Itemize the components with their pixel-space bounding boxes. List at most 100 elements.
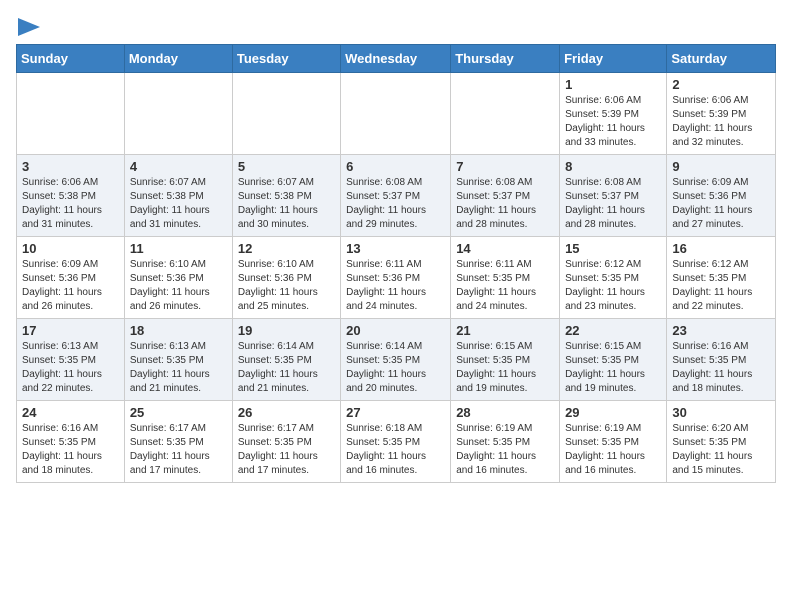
day-info: Sunrise: 6:08 AM Sunset: 5:37 PM Dayligh… <box>565 176 661 232</box>
calendar-cell: 24 Sunrise: 6:16 AM Sunset: 5:35 PM Dayli… <box>17 401 125 483</box>
calendar-cell: 23 Sunrise: 6:16 AM Sunset: 5:35 PM Dayli… <box>667 319 776 401</box>
day-info: Sunrise: 6:13 AM Sunset: 5:35 PM Dayligh… <box>130 340 227 396</box>
calendar-cell: 11 Sunrise: 6:10 AM Sunset: 5:36 PM Dayli… <box>124 237 232 319</box>
day-number: 2 <box>672 77 770 92</box>
day-number: 14 <box>456 241 554 256</box>
calendar-cell: 5 Sunrise: 6:07 AM Sunset: 5:38 PM Daylig… <box>232 155 340 237</box>
page-header <box>16 16 776 36</box>
calendar-cell <box>341 73 451 155</box>
logo-arrow-icon <box>18 18 40 36</box>
day-of-week-header: Saturday <box>667 45 776 73</box>
day-info: Sunrise: 6:10 AM Sunset: 5:36 PM Dayligh… <box>130 258 227 314</box>
day-info: Sunrise: 6:09 AM Sunset: 5:36 PM Dayligh… <box>22 258 119 314</box>
day-info: Sunrise: 6:12 AM Sunset: 5:35 PM Dayligh… <box>672 258 770 314</box>
calendar-cell: 1 Sunrise: 6:06 AM Sunset: 5:39 PM Daylig… <box>560 73 667 155</box>
day-number: 10 <box>22 241 119 256</box>
day-info: Sunrise: 6:20 AM Sunset: 5:35 PM Dayligh… <box>672 422 770 478</box>
day-info: Sunrise: 6:13 AM Sunset: 5:35 PM Dayligh… <box>22 340 119 396</box>
day-number: 8 <box>565 159 661 174</box>
day-of-week-header: Sunday <box>17 45 125 73</box>
day-number: 13 <box>346 241 445 256</box>
day-number: 5 <box>238 159 335 174</box>
day-info: Sunrise: 6:17 AM Sunset: 5:35 PM Dayligh… <box>130 422 227 478</box>
day-number: 28 <box>456 405 554 420</box>
day-info: Sunrise: 6:12 AM Sunset: 5:35 PM Dayligh… <box>565 258 661 314</box>
calendar-cell <box>451 73 560 155</box>
day-number: 1 <box>565 77 661 92</box>
day-of-week-header: Thursday <box>451 45 560 73</box>
calendar-cell <box>17 73 125 155</box>
calendar-week-row: 10 Sunrise: 6:09 AM Sunset: 5:36 PM Dayli… <box>17 237 776 319</box>
calendar-week-row: 24 Sunrise: 6:16 AM Sunset: 5:35 PM Dayli… <box>17 401 776 483</box>
day-number: 19 <box>238 323 335 338</box>
calendar-cell: 22 Sunrise: 6:15 AM Sunset: 5:35 PM Dayli… <box>560 319 667 401</box>
day-number: 16 <box>672 241 770 256</box>
calendar-cell: 21 Sunrise: 6:15 AM Sunset: 5:35 PM Dayli… <box>451 319 560 401</box>
day-info: Sunrise: 6:14 AM Sunset: 5:35 PM Dayligh… <box>346 340 445 396</box>
day-info: Sunrise: 6:15 AM Sunset: 5:35 PM Dayligh… <box>565 340 661 396</box>
day-info: Sunrise: 6:19 AM Sunset: 5:35 PM Dayligh… <box>565 422 661 478</box>
day-of-week-header: Monday <box>124 45 232 73</box>
calendar-cell: 13 Sunrise: 6:11 AM Sunset: 5:36 PM Dayli… <box>341 237 451 319</box>
calendar-cell: 28 Sunrise: 6:19 AM Sunset: 5:35 PM Dayli… <box>451 401 560 483</box>
day-info: Sunrise: 6:09 AM Sunset: 5:36 PM Dayligh… <box>672 176 770 232</box>
calendar-cell: 16 Sunrise: 6:12 AM Sunset: 5:35 PM Dayli… <box>667 237 776 319</box>
day-info: Sunrise: 6:11 AM Sunset: 5:35 PM Dayligh… <box>456 258 554 314</box>
day-info: Sunrise: 6:08 AM Sunset: 5:37 PM Dayligh… <box>346 176 445 232</box>
day-info: Sunrise: 6:07 AM Sunset: 5:38 PM Dayligh… <box>130 176 227 232</box>
day-info: Sunrise: 6:07 AM Sunset: 5:38 PM Dayligh… <box>238 176 335 232</box>
calendar-cell: 18 Sunrise: 6:13 AM Sunset: 5:35 PM Dayli… <box>124 319 232 401</box>
day-number: 6 <box>346 159 445 174</box>
day-number: 17 <box>22 323 119 338</box>
day-number: 23 <box>672 323 770 338</box>
day-of-week-header: Tuesday <box>232 45 340 73</box>
day-info: Sunrise: 6:16 AM Sunset: 5:35 PM Dayligh… <box>22 422 119 478</box>
calendar-cell: 17 Sunrise: 6:13 AM Sunset: 5:35 PM Dayli… <box>17 319 125 401</box>
calendar-week-row: 17 Sunrise: 6:13 AM Sunset: 5:35 PM Dayli… <box>17 319 776 401</box>
day-number: 12 <box>238 241 335 256</box>
calendar-cell: 15 Sunrise: 6:12 AM Sunset: 5:35 PM Dayli… <box>560 237 667 319</box>
day-number: 11 <box>130 241 227 256</box>
day-number: 15 <box>565 241 661 256</box>
day-info: Sunrise: 6:10 AM Sunset: 5:36 PM Dayligh… <box>238 258 335 314</box>
calendar-cell: 14 Sunrise: 6:11 AM Sunset: 5:35 PM Dayli… <box>451 237 560 319</box>
calendar-cell: 4Sunrise: 6:07 AM Sunset: 5:38 PM Daylig… <box>124 155 232 237</box>
calendar-cell: 2 Sunrise: 6:06 AM Sunset: 5:39 PM Daylig… <box>667 73 776 155</box>
day-number: 7 <box>456 159 554 174</box>
calendar-cell: 30 Sunrise: 6:20 AM Sunset: 5:35 PM Dayli… <box>667 401 776 483</box>
day-number: 24 <box>22 405 119 420</box>
calendar-cell: 19Sunrise: 6:14 AM Sunset: 5:35 PM Dayli… <box>232 319 340 401</box>
calendar-cell: 8 Sunrise: 6:08 AM Sunset: 5:37 PM Daylig… <box>560 155 667 237</box>
day-number: 3 <box>22 159 119 174</box>
calendar-cell: 3Sunrise: 6:06 AM Sunset: 5:38 PM Daylig… <box>17 155 125 237</box>
calendar-week-row: 3Sunrise: 6:06 AM Sunset: 5:38 PM Daylig… <box>17 155 776 237</box>
calendar-cell: 20 Sunrise: 6:14 AM Sunset: 5:35 PM Dayli… <box>341 319 451 401</box>
calendar-cell: 9 Sunrise: 6:09 AM Sunset: 5:36 PM Daylig… <box>667 155 776 237</box>
calendar-cell: 7 Sunrise: 6:08 AM Sunset: 5:37 PM Daylig… <box>451 155 560 237</box>
logo <box>16 16 40 36</box>
day-info: Sunrise: 6:19 AM Sunset: 5:35 PM Dayligh… <box>456 422 554 478</box>
day-info: Sunrise: 6:06 AM Sunset: 5:39 PM Dayligh… <box>565 94 661 150</box>
day-number: 22 <box>565 323 661 338</box>
day-number: 26 <box>238 405 335 420</box>
day-info: Sunrise: 6:16 AM Sunset: 5:35 PM Dayligh… <box>672 340 770 396</box>
calendar-cell: 26Sunrise: 6:17 AM Sunset: 5:35 PM Dayli… <box>232 401 340 483</box>
day-number: 21 <box>456 323 554 338</box>
day-of-week-header: Wednesday <box>341 45 451 73</box>
day-info: Sunrise: 6:06 AM Sunset: 5:39 PM Dayligh… <box>672 94 770 150</box>
day-number: 30 <box>672 405 770 420</box>
calendar-cell <box>124 73 232 155</box>
calendar-cell: 6 Sunrise: 6:08 AM Sunset: 5:37 PM Daylig… <box>341 155 451 237</box>
day-info: Sunrise: 6:08 AM Sunset: 5:37 PM Dayligh… <box>456 176 554 232</box>
calendar-cell: 10 Sunrise: 6:09 AM Sunset: 5:36 PM Dayli… <box>17 237 125 319</box>
day-number: 25 <box>130 405 227 420</box>
day-number: 29 <box>565 405 661 420</box>
calendar-table: SundayMondayTuesdayWednesdayThursdayFrid… <box>16 44 776 483</box>
day-info: Sunrise: 6:18 AM Sunset: 5:35 PM Dayligh… <box>346 422 445 478</box>
day-info: Sunrise: 6:11 AM Sunset: 5:36 PM Dayligh… <box>346 258 445 314</box>
day-number: 20 <box>346 323 445 338</box>
calendar-cell: 25 Sunrise: 6:17 AM Sunset: 5:35 PM Dayli… <box>124 401 232 483</box>
day-number: 18 <box>130 323 227 338</box>
day-number: 9 <box>672 159 770 174</box>
day-info: Sunrise: 6:15 AM Sunset: 5:35 PM Dayligh… <box>456 340 554 396</box>
